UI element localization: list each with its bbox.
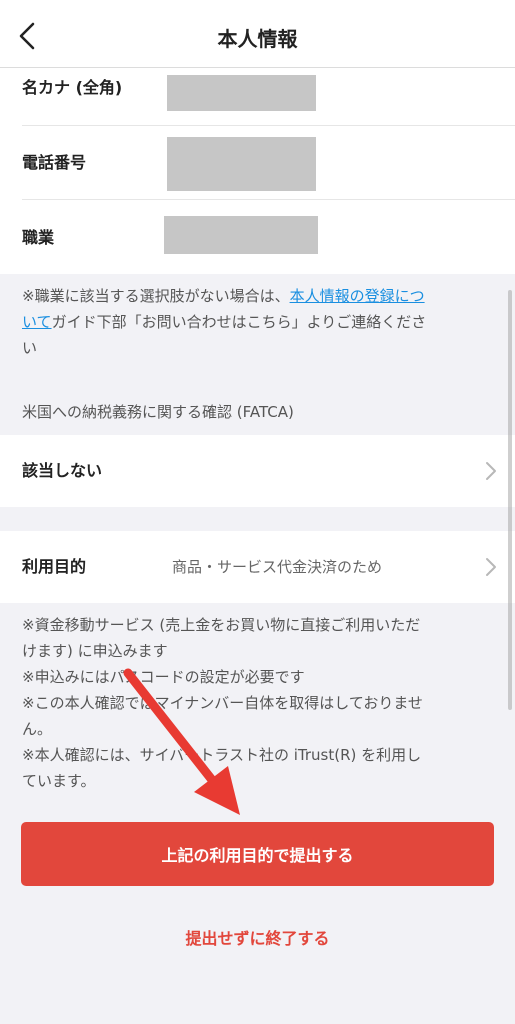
page-title: 本人情報	[217, 27, 298, 51]
purpose-value: 商品・サービス代金決済のため	[172, 558, 383, 576]
notice-list: ※資金移動サービス (売上金をお買い物に直接ご利用いただ けます) に申込みます…	[22, 612, 500, 794]
notice-line: ※資金移動サービス (売上金をお買い物に直接ご利用いただ	[22, 616, 421, 634]
notice-line: ています。	[22, 772, 96, 790]
fatca-value: 該当しない	[22, 461, 103, 480]
fatca-section-title: 米国への納税義務に関する確認 (FATCA)	[22, 403, 294, 421]
info-row-phone: 電話番号	[0, 126, 515, 199]
redacted-value	[164, 216, 318, 254]
info-row-kana: 名カナ (全角)	[0, 68, 515, 125]
notice-line: ※申込みにはパスコードの設定が必要です	[22, 668, 305, 686]
fatca-row[interactable]: 該当しない	[0, 435, 515, 507]
submit-button[interactable]: 上記の利用目的で提出する	[21, 822, 494, 886]
occupation-note: ※職業に該当する選択肢がない場合は、本人情報の登録につ いてガイド下部「お問い合…	[22, 287, 427, 357]
chevron-right-icon	[486, 558, 496, 576]
redacted-value	[167, 137, 316, 191]
exit-without-submit-link[interactable]: 提出せずに終了する	[0, 926, 515, 952]
info-label-occupation: 職業	[22, 228, 55, 247]
redacted-value	[167, 75, 316, 111]
header: 本人情報	[0, 0, 515, 68]
scrollbar[interactable]	[508, 290, 512, 710]
info-label-kana: 名カナ (全角)	[22, 78, 123, 97]
info-label-phone: 電話番号	[22, 153, 87, 172]
registration-guide-link-cont[interactable]: いて	[22, 313, 52, 331]
notice-line: ※本人確認には、サイバートラスト社の iTrust(R) を利用し	[22, 746, 422, 764]
chevron-right-icon	[486, 462, 496, 480]
notice-line: ん。	[22, 720, 53, 738]
purpose-label: 利用目的	[22, 557, 87, 576]
notice-line: ※この本人確認ではマイナンバー自体を取得はしておりませ	[22, 694, 423, 712]
info-row-occupation: 職業	[0, 200, 515, 274]
notice-line: けます) に申込みます	[22, 642, 168, 660]
personal-info-section: 名カナ (全角) 電話番号 職業	[0, 68, 515, 274]
purpose-row[interactable]: 利用目的 商品・サービス代金決済のため	[0, 531, 515, 603]
registration-guide-link[interactable]: 本人情報の登録につ	[290, 287, 425, 305]
